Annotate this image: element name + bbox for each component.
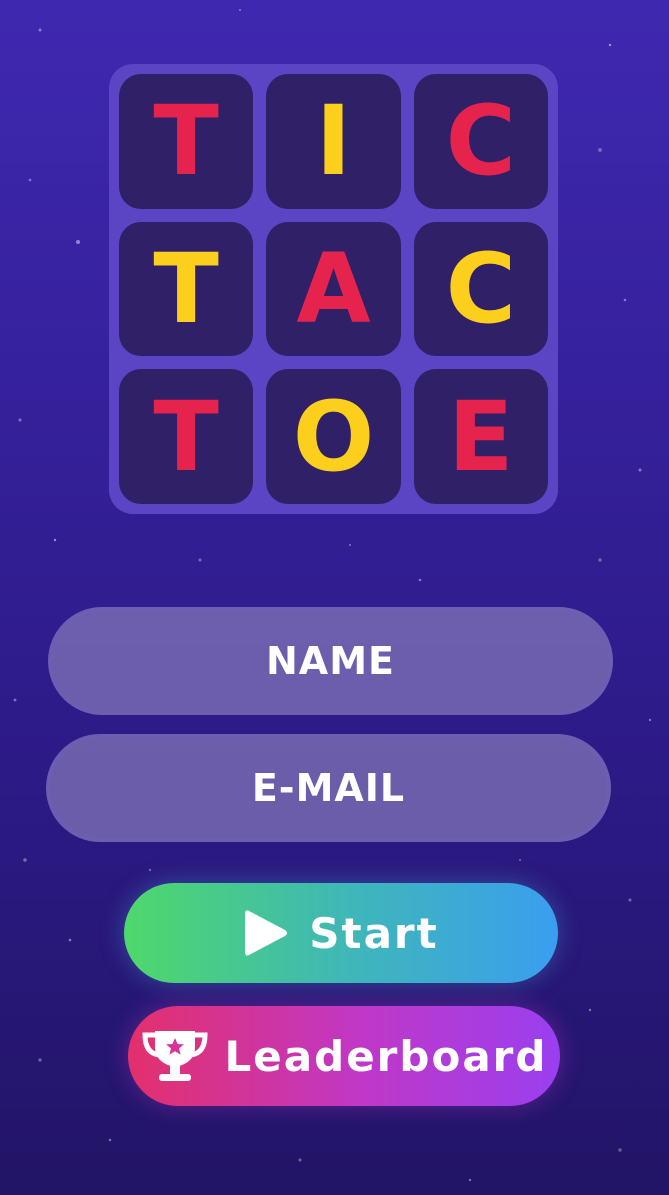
title-tile: E — [413, 369, 548, 504]
trophy-icon — [141, 1027, 209, 1085]
leaderboard-button-label: Leaderboard — [224, 1031, 548, 1081]
name-field-placeholder: NAME — [266, 639, 395, 683]
play-icon — [243, 907, 289, 959]
email-field[interactable]: E-MAIL — [46, 734, 611, 842]
start-button-label: Start — [309, 908, 439, 958]
title-tile: T — [119, 221, 254, 357]
email-field-placeholder: E-MAIL — [251, 766, 406, 810]
title-tile: I — [266, 74, 401, 209]
title-tile: C — [413, 74, 548, 209]
title-tile: C — [413, 221, 548, 357]
title-tile: A — [266, 221, 401, 357]
start-button[interactable]: Start — [124, 883, 558, 983]
leaderboard-button[interactable]: Leaderboard — [128, 1006, 560, 1106]
title-tile: O — [266, 369, 401, 504]
title-tile: T — [119, 369, 254, 504]
title-tile: T — [119, 74, 254, 209]
name-field[interactable]: NAME — [48, 607, 613, 715]
title-board: TICTACTOE — [109, 64, 558, 514]
